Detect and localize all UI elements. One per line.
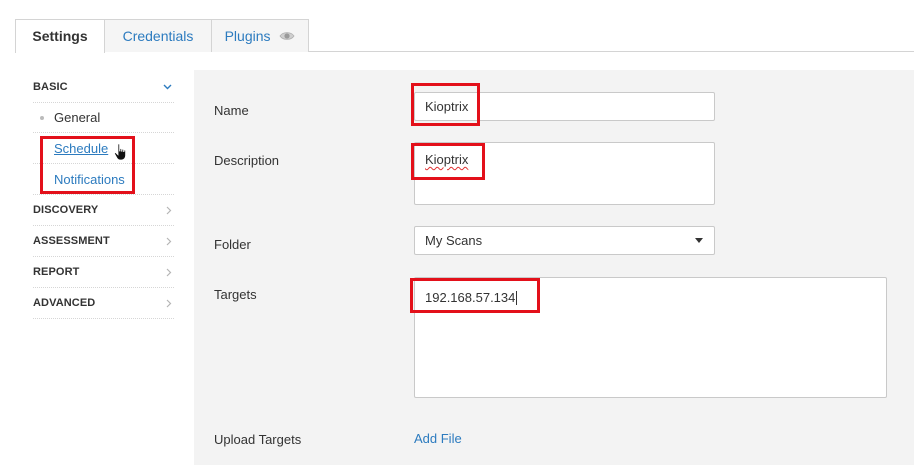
folder-select-value: My Scans <box>425 233 483 248</box>
sidebar-section-report[interactable]: REPORT <box>33 257 174 288</box>
name-label: Name <box>214 103 249 118</box>
hand-cursor-icon <box>113 143 129 161</box>
targets-textarea[interactable]: 192.168.57.134 <box>414 277 887 398</box>
description-textarea-value: Kioptrix <box>425 152 469 167</box>
sidebar-item-schedule[interactable]: Schedule <box>33 133 174 164</box>
name-input[interactable]: Kioptrix <box>414 92 715 121</box>
name-input-value: Kioptrix <box>425 99 469 114</box>
tab-credentials-label: Credentials <box>122 28 194 44</box>
bullet-icon <box>40 116 44 120</box>
sidebar-section-label: REPORT <box>33 266 80 278</box>
targets-label: Targets <box>214 287 257 302</box>
targets-textarea-value: 192.168.57.134 <box>425 290 516 305</box>
add-file-link[interactable]: Add File <box>414 431 462 446</box>
chevron-right-icon <box>166 288 172 319</box>
tab-bar: Settings Credentials Plugins <box>0 0 914 53</box>
sidebar-section-label: ASSESSMENT <box>33 235 110 247</box>
tab-plugins[interactable]: Plugins <box>211 19 309 52</box>
sidebar-item-label: General <box>54 110 101 125</box>
sidebar-section-basic[interactable]: BASIC <box>33 72 174 103</box>
chevron-right-icon <box>166 257 172 288</box>
sidebar-item-notifications[interactable]: Notifications <box>33 164 174 195</box>
chevron-right-icon <box>166 195 172 226</box>
chevron-right-icon <box>166 226 172 257</box>
tab-plugins-label: Plugins <box>224 28 271 44</box>
sidebar-item-label: Schedule <box>54 141 109 156</box>
eye-icon <box>279 20 295 52</box>
tab-settings-label: Settings <box>32 28 88 44</box>
sidebar-section-label: BASIC <box>33 81 68 93</box>
sidebar-section-label: ADVANCED <box>33 297 96 309</box>
sidebar-section-advanced[interactable]: ADVANCED <box>33 288 174 319</box>
sidebar-section-label: DISCOVERY <box>33 204 99 216</box>
settings-form-panel <box>194 70 914 465</box>
sidebar-section-assessment[interactable]: ASSESSMENT <box>33 226 174 257</box>
sidebar-section-discovery[interactable]: DISCOVERY <box>33 195 174 226</box>
chevron-down-icon <box>163 72 172 103</box>
description-label: Description <box>214 153 280 168</box>
folder-select[interactable]: My Scans <box>414 226 715 255</box>
caret-down-icon <box>695 238 703 243</box>
tab-credentials[interactable]: Credentials <box>104 19 212 52</box>
folder-label: Folder <box>214 237 251 252</box>
sidebar-item-general[interactable]: General <box>33 102 174 133</box>
tab-settings[interactable]: Settings <box>15 19 105 53</box>
text-cursor <box>516 290 518 305</box>
sidebar-item-label: Notifications <box>54 172 125 187</box>
description-textarea[interactable]: Kioptrix <box>414 142 715 205</box>
upload-targets-label: Upload Targets <box>214 432 302 447</box>
